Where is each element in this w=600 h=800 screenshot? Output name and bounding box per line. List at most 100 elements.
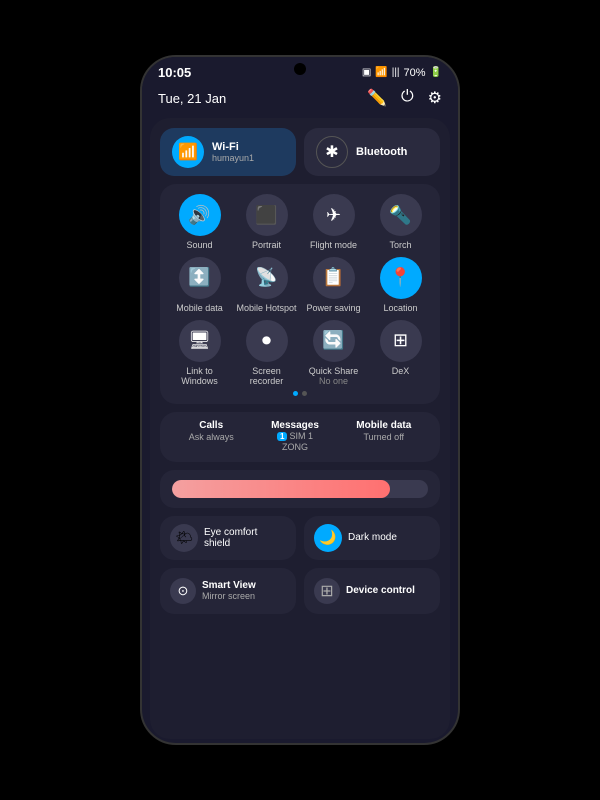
battery-icon: 🔋: [430, 67, 442, 78]
smart-view-icon: ⊙: [170, 578, 196, 604]
toggle-location[interactable]: 📍 Location: [369, 257, 432, 314]
toggle-quick-share[interactable]: 🔄 Quick ShareNo one: [302, 320, 365, 388]
phone-frame: 10:05 ▣ 📶 ||| 70% 🔋 Tue, 21 Jan ✏️ ⏻ ⚙ 📶…: [140, 55, 460, 745]
screen-recorder-icon: ⏺: [246, 320, 288, 362]
signal-icon: |||: [392, 67, 400, 78]
eye-comfort-icon: 🌤: [170, 524, 198, 552]
dot-1: [293, 391, 298, 396]
quick-share-label: Quick ShareNo one: [309, 366, 359, 388]
status-icons: ▣ 📶 ||| 70% 🔋: [362, 67, 442, 79]
settings-icon[interactable]: ⚙: [428, 88, 442, 108]
dark-mode-label: Dark mode: [348, 532, 397, 543]
wifi-tile[interactable]: 📶 Wi-Fi humayun1: [160, 128, 296, 176]
wifi-label: Wi-Fi: [212, 141, 254, 153]
dot-2: [302, 391, 307, 396]
sim-messages-title: Messages: [271, 420, 319, 431]
dex-icon: ⊞: [380, 320, 422, 362]
eye-comfort-label: Eye comfort shield: [204, 527, 286, 549]
dex-label: DeX: [392, 366, 410, 377]
quick-panel: 📶 Wi-Fi humayun1 ✱ Bluetooth 🔊 Sound: [150, 118, 450, 739]
toggles-grid: 🔊 Sound ⬛ Portrait ✈ Flight mode 🔦 Torch…: [168, 194, 432, 387]
quick-controls-header: Tue, 21 Jan ✏️ ⏻ ⚙: [142, 84, 458, 114]
sim-icon: ▣: [362, 67, 371, 78]
sim-1-label: SIM 1: [289, 431, 313, 441]
connectivity-row: 📶 Wi-Fi humayun1 ✱ Bluetooth: [160, 128, 440, 176]
sim-messages-badge: 1 SIM 1: [277, 431, 313, 441]
power-saving-label: Power saving: [306, 303, 360, 314]
toggle-hotspot[interactable]: 📡 Mobile Hotspot: [235, 257, 298, 314]
wifi-status-icon: 📶: [375, 67, 387, 78]
mobile-data-label: Mobile data: [176, 303, 223, 314]
location-icon: 📍: [380, 257, 422, 299]
sim-messages[interactable]: Messages 1 SIM 1 ZONG: [271, 420, 319, 454]
portrait-icon: ⬛: [246, 194, 288, 236]
smart-view-sub: Mirror screen: [202, 591, 256, 601]
sim-calls-title: Calls: [199, 420, 223, 431]
wifi-info: Wi-Fi humayun1: [212, 141, 254, 163]
toggle-power-saving[interactable]: 📋 Power saving: [302, 257, 365, 314]
dark-mode-tile[interactable]: 🌙 Dark mode: [304, 516, 440, 560]
toggle-torch[interactable]: 🔦 Torch: [369, 194, 432, 251]
brightness-section[interactable]: [160, 470, 440, 508]
link-windows-icon: 🖥: [179, 320, 221, 362]
flight-icon: ✈: [313, 194, 355, 236]
status-time: 10:05: [158, 65, 191, 80]
screen-recorder-label: Screen recorder: [235, 366, 298, 388]
device-control-tile[interactable]: ⊞ Device control: [304, 568, 440, 614]
sim-number: 1: [277, 432, 287, 441]
power-saving-icon: 📋: [313, 257, 355, 299]
sim-network: ZONG: [282, 441, 308, 454]
mobile-data-icon: ↕️: [179, 257, 221, 299]
page-dots: [168, 387, 432, 398]
sound-icon: 🔊: [179, 194, 221, 236]
flight-label: Flight mode: [310, 240, 357, 251]
eye-comfort-tile[interactable]: 🌤 Eye comfort shield: [160, 516, 296, 560]
smart-view-info: Smart View Mirror screen: [202, 580, 256, 601]
smart-view-tile[interactable]: ⊙ Smart View Mirror screen: [160, 568, 296, 614]
wifi-network: humayun1: [212, 153, 254, 163]
quick-share-icon: 🔄: [313, 320, 355, 362]
portrait-label: Portrait: [252, 240, 281, 251]
device-control-icon: ⊞: [314, 578, 340, 604]
sim-calls[interactable]: Calls Ask always: [189, 420, 234, 454]
location-label: Location: [383, 303, 417, 314]
bottom-row: ⊙ Smart View Mirror screen ⊞ Device cont…: [160, 568, 440, 614]
sim-calls-sub: Ask always: [189, 431, 234, 444]
bluetooth-tile[interactable]: ✱ Bluetooth: [304, 128, 440, 176]
edit-icon[interactable]: ✏️: [367, 88, 387, 108]
comfort-row: 🌤 Eye comfort shield 🌙 Dark mode: [160, 516, 440, 560]
toggles-section: 🔊 Sound ⬛ Portrait ✈ Flight mode 🔦 Torch…: [160, 184, 440, 404]
brightness-bar[interactable]: [172, 480, 428, 498]
power-icon[interactable]: ⏻: [401, 88, 414, 108]
torch-icon: 🔦: [380, 194, 422, 236]
header-action-icons: ✏️ ⏻ ⚙: [367, 88, 442, 108]
toggle-link-windows[interactable]: 🖥 Link to Windows: [168, 320, 231, 388]
hotspot-label: Mobile Hotspot: [236, 303, 296, 314]
device-control-info: Device control: [346, 585, 415, 596]
torch-label: Torch: [389, 240, 411, 251]
toggle-dex[interactable]: ⊞ DeX: [369, 320, 432, 388]
dark-mode-icon: 🌙: [314, 524, 342, 552]
toggle-sound[interactable]: 🔊 Sound: [168, 194, 231, 251]
battery-text: 70%: [404, 67, 426, 79]
sim-mobile-data[interactable]: Mobile data Turned off: [356, 420, 411, 454]
sim-mobile-data-title: Mobile data: [356, 420, 411, 431]
bluetooth-icon: ✱: [316, 136, 348, 168]
hotspot-icon: 📡: [246, 257, 288, 299]
wifi-icon: 📶: [172, 136, 204, 168]
bluetooth-info: Bluetooth: [356, 146, 407, 158]
smart-view-title: Smart View: [202, 580, 256, 591]
sound-label: Sound: [186, 240, 212, 251]
toggle-screen-recorder[interactable]: ⏺ Screen recorder: [235, 320, 298, 388]
toggle-flight[interactable]: ✈ Flight mode: [302, 194, 365, 251]
toggle-mobile-data[interactable]: ↕️ Mobile data: [168, 257, 231, 314]
link-windows-label: Link to Windows: [168, 366, 231, 388]
brightness-fill: [172, 480, 390, 498]
sim-mobile-data-sub: Turned off: [364, 431, 405, 444]
sim-section: Calls Ask always Messages 1 SIM 1 ZONG M…: [160, 412, 440, 462]
date-display: Tue, 21 Jan: [158, 91, 226, 106]
camera-notch: [294, 63, 306, 75]
bluetooth-label: Bluetooth: [356, 146, 407, 158]
device-control-title: Device control: [346, 585, 415, 596]
toggle-portrait[interactable]: ⬛ Portrait: [235, 194, 298, 251]
